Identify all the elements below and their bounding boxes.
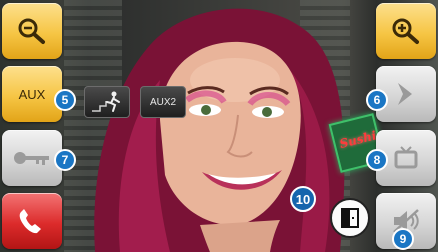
hang-up-phone-icon <box>19 208 41 234</box>
aux2-button[interactable]: AUX2 <box>140 86 186 118</box>
intercom-video-screen: Sushi AUX AUX2 5 6 7 8 9 10 <box>0 0 438 252</box>
zoom-in-button[interactable] <box>376 3 436 59</box>
callout-badge: 10 <box>290 186 316 212</box>
right-button-column <box>374 0 438 252</box>
callout-badge: 6 <box>366 89 388 111</box>
callout-badge: 9 <box>392 228 414 250</box>
monitor-icon <box>394 145 418 169</box>
left-button-column: AUX <box>0 0 64 252</box>
stairs-light-button[interactable] <box>84 86 130 118</box>
door-key-button[interactable] <box>2 129 62 186</box>
neon-sign-text: Sushi <box>338 128 378 151</box>
chevron-right-icon <box>398 83 412 106</box>
callout-badge: 5 <box>54 89 76 111</box>
callout-badge: 7 <box>54 149 76 171</box>
camera-feed: Sushi <box>0 0 438 252</box>
zoom-in-icon <box>392 18 419 44</box>
stairs-light-icon <box>92 91 120 112</box>
door-icon <box>341 208 359 228</box>
zoom-out-icon <box>18 18 45 44</box>
callout-badge: 8 <box>366 149 388 171</box>
zoom-out-button[interactable] <box>2 3 62 59</box>
hang-up-button[interactable] <box>2 192 62 249</box>
aux-button[interactable]: AUX <box>2 66 62 123</box>
aux2-button-label: AUX2 <box>149 96 177 108</box>
door-open-button[interactable] <box>330 198 370 238</box>
aux-button-label: AUX <box>18 86 46 102</box>
key-icon <box>14 151 49 165</box>
